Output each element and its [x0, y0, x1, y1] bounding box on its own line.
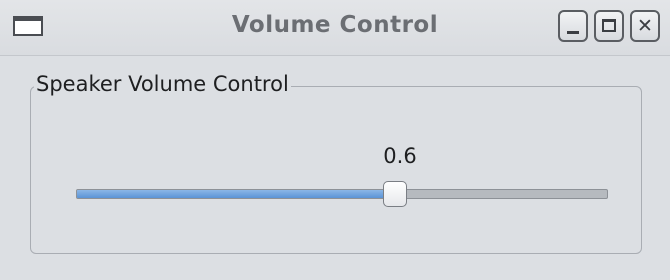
minimize-button[interactable]: [558, 10, 588, 42]
groupbox-legend: Speaker Volume Control: [34, 70, 291, 98]
minimize-icon: [560, 12, 586, 40]
maximize-icon: [596, 12, 622, 40]
titlebar[interactable]: Volume Control ✕: [0, 0, 670, 56]
close-icon: ✕: [637, 15, 653, 37]
volume-slider-thumb[interactable]: [383, 181, 408, 207]
maximize-button[interactable]: [594, 10, 624, 42]
close-button[interactable]: ✕: [630, 10, 660, 42]
volume-control-window: Volume Control ✕ Speaker Volume Control …: [0, 0, 670, 280]
volume-slider-track[interactable]: [76, 189, 608, 199]
speaker-volume-groupbox: [30, 86, 642, 254]
volume-slider-fill: [77, 190, 398, 198]
volume-value-label: 0.6: [383, 144, 417, 168]
